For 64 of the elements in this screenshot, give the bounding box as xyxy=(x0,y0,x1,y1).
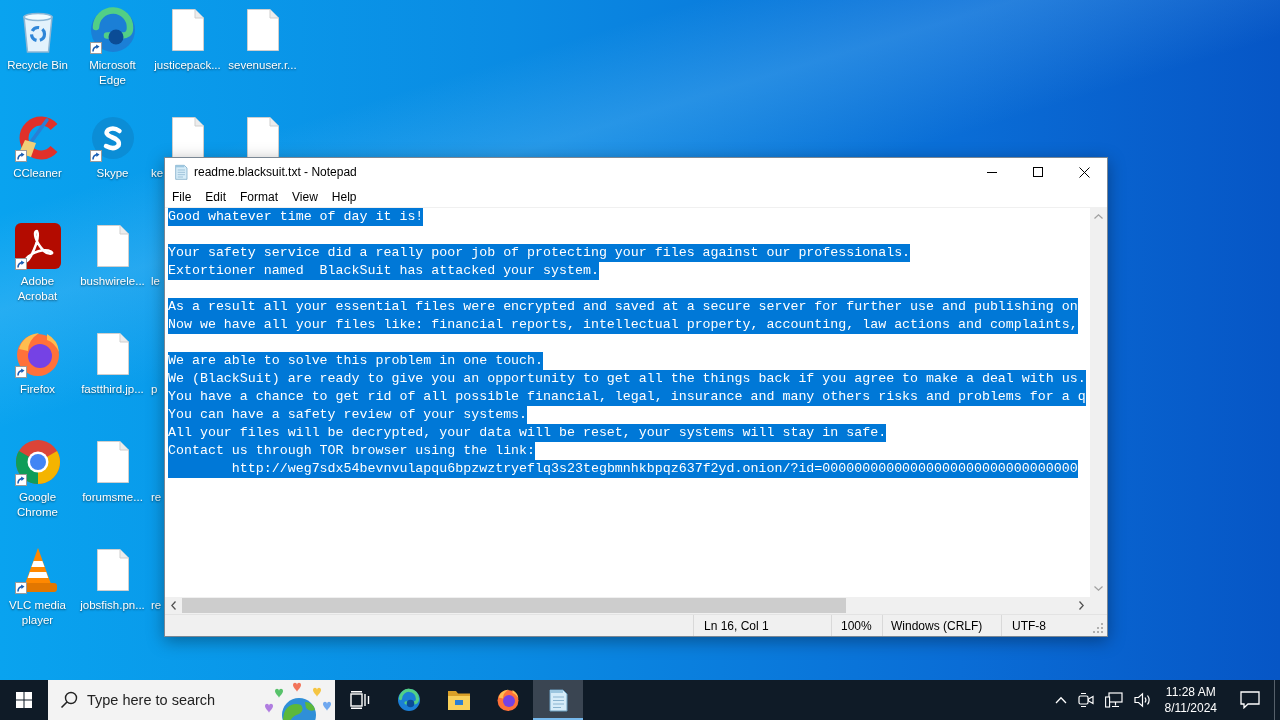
icon-label[interactable]: re xyxy=(150,490,162,505)
status-text: Ln 16, Col 1 xyxy=(704,618,769,633)
file-icon[interactable] xyxy=(96,441,129,483)
icon-label[interactable]: ke xyxy=(150,166,164,181)
file-icon[interactable] xyxy=(171,117,204,159)
icon-label[interactable]: CCleaner xyxy=(0,166,75,181)
network-monitor-icon[interactable] xyxy=(1104,692,1123,708)
icon-label[interactable]: Skype xyxy=(75,166,150,181)
search-input[interactable]: Type here to search xyxy=(87,692,261,708)
icon-label[interactable]: VLC media player xyxy=(0,598,75,628)
icon-label[interactable]: Microsoft Edge xyxy=(75,58,150,88)
status-text: 100% xyxy=(841,618,872,633)
menu-item[interactable]: View xyxy=(285,189,325,204)
icon-label[interactable]: sevenuser.r... xyxy=(225,58,300,73)
status-text: Windows (CRLF) xyxy=(891,618,983,633)
minimize-icon xyxy=(987,171,997,173)
menu-item[interactable]: Edit xyxy=(198,189,234,204)
icon-label[interactable]: Recycle Bin xyxy=(0,58,75,73)
menu-item[interactable]: Help xyxy=(324,189,364,204)
close-icon xyxy=(1078,166,1090,178)
file-icon[interactable] xyxy=(96,333,129,375)
scroll-right-icon[interactable] xyxy=(1079,601,1084,610)
edge-icon[interactable] xyxy=(397,688,422,712)
windows-logo-icon xyxy=(16,692,32,708)
clock-date[interactable]: 8/11/2024 xyxy=(1164,700,1217,716)
search-icon xyxy=(60,691,78,709)
edge-icon[interactable] xyxy=(88,6,137,54)
task-view-icon[interactable] xyxy=(349,691,370,709)
chrome-icon[interactable] xyxy=(13,438,62,486)
file-icon[interactable] xyxy=(96,549,129,591)
search-box[interactable]: Type here to search xyxy=(48,680,335,720)
icon-label[interactable]: bushwirele... xyxy=(75,274,150,289)
file-icon[interactable] xyxy=(96,225,129,267)
icon-label[interactable]: justicepack... xyxy=(150,58,225,73)
icon-label[interactable]: Firefox xyxy=(0,382,75,397)
resize-grip-icon[interactable] xyxy=(1093,623,1104,634)
icon-label[interactable]: p xyxy=(150,382,158,397)
icon-label[interactable]: fastthird.jp... xyxy=(75,382,150,397)
horizontal-scrollbar[interactable] xyxy=(165,597,1107,614)
file-icon[interactable] xyxy=(246,117,279,159)
icon-label[interactable]: Adobe Acrobat xyxy=(0,274,75,304)
taskbar-button[interactable] xyxy=(533,680,583,720)
icon-label[interactable]: Google Chrome xyxy=(0,490,75,520)
maximize-icon xyxy=(1033,167,1043,177)
file-icon[interactable] xyxy=(246,9,279,51)
speaker-icon[interactable] xyxy=(1133,692,1152,708)
icon-label[interactable]: le xyxy=(150,274,160,289)
icon-label[interactable]: jobsfish.pn... xyxy=(75,598,150,613)
folder-icon[interactable] xyxy=(446,689,471,711)
icon-label[interactable]: re xyxy=(150,598,162,613)
video-camera-icon[interactable] xyxy=(1077,692,1094,708)
status-text: UTF-8 xyxy=(1012,618,1046,633)
clock-time[interactable]: 11:28 AM xyxy=(1165,684,1216,700)
scrollbar-thumb[interactable] xyxy=(182,598,846,613)
icon-label[interactable]: forumsme... xyxy=(75,490,150,505)
menu-item[interactable]: File xyxy=(165,189,199,204)
window-title: readme.blacksuit.txt - Notepad xyxy=(194,165,357,179)
acrobat-icon[interactable] xyxy=(13,222,62,270)
scroll-left-icon[interactable] xyxy=(171,601,176,610)
chevron-up-icon[interactable] xyxy=(1054,696,1067,704)
menu-item[interactable]: Format xyxy=(233,189,286,204)
notification-icon[interactable] xyxy=(1240,691,1260,709)
file-icon[interactable] xyxy=(171,9,204,51)
firefox-icon[interactable] xyxy=(496,688,521,712)
